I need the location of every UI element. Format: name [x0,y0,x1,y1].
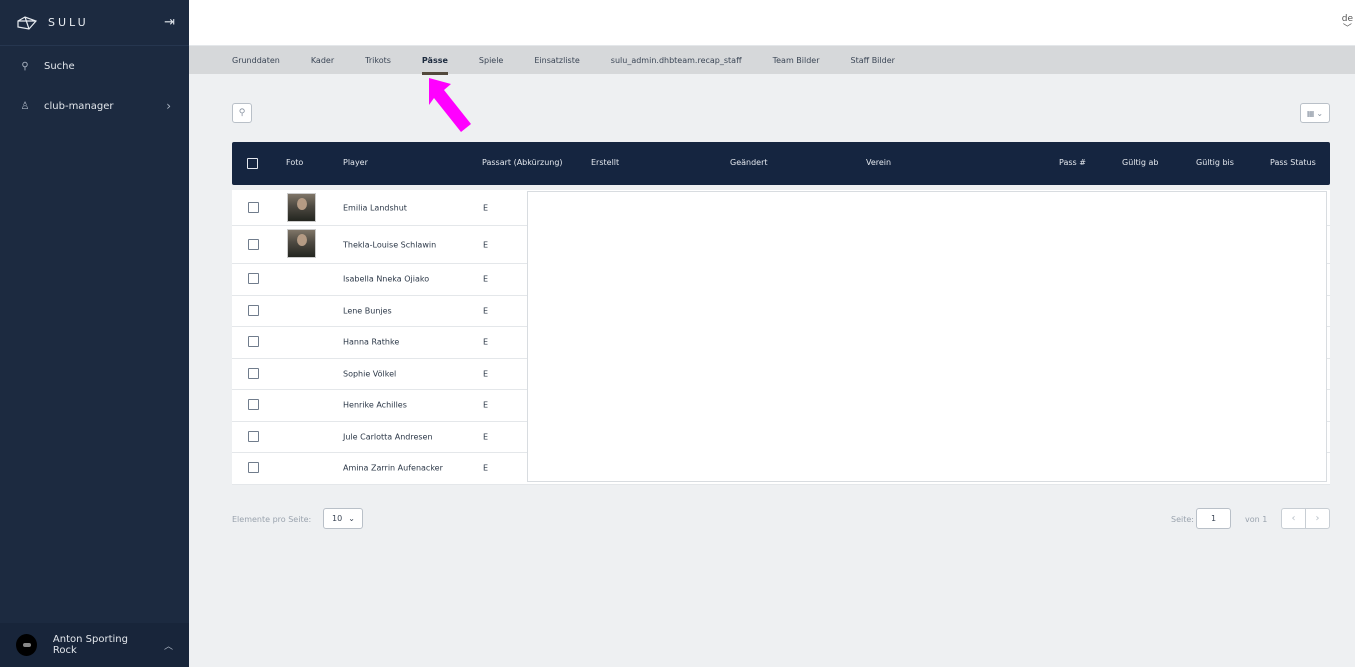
tab-kader[interactable]: Kader [311,56,334,65]
column-header-player[interactable]: Player [343,158,368,167]
chevron-right-icon: › [166,99,171,113]
column-header-pass-nr[interactable]: Pass # [1059,158,1086,167]
per-page-value: 10 [332,514,343,523]
row-checkbox[interactable] [248,367,259,379]
tab-team-bilder[interactable]: Team Bilder [773,56,820,65]
sidebar-item-club-manager[interactable]: ♙ club-manager › [0,86,189,126]
passart-value: E [483,432,489,442]
column-header-erstellt[interactable]: Erstellt [591,158,619,167]
tab-spiele[interactable]: Spiele [479,56,503,65]
sidebar-item-label: club-manager [44,100,114,112]
row-checkbox[interactable] [248,201,259,213]
column-header-gueltig-bis[interactable]: Gültig bis [1196,158,1234,167]
column-header-passart[interactable]: Passart (Abkürzung) [482,158,563,167]
player-name: Emilia Landshut [343,203,407,212]
collapse-sidebar-icon[interactable]: ⇥ [164,15,175,30]
row-checkbox[interactable] [248,430,259,442]
player-name: Henrike Achilles [343,400,407,410]
select-all-checkbox[interactable] [247,158,258,169]
tab-staff-bilder[interactable]: Staff Bilder [851,56,895,65]
pager: ‹ › [1281,508,1330,529]
language-switcher[interactable]: de ﹀ [1342,14,1353,34]
avatar [16,634,37,656]
sidebar-header: SULU ⇥ [0,0,189,46]
column-header-pass-status[interactable]: Pass Status [1270,158,1316,167]
column-header-verein[interactable]: Verein [866,158,891,167]
row-checkbox[interactable] [248,238,259,250]
passart-value: E [483,240,489,249]
player-name: Isabella Nneka Ojiako [343,274,430,284]
tab-bar: Grunddaten Kader Trikots Pässe Spiele Ei… [189,46,1355,75]
tab-trikots[interactable]: Trikots [365,56,391,65]
player-name: Lene Bunjes [343,306,392,316]
passart-value: E [483,400,489,410]
chevron-down-icon: ⌄ [348,514,355,523]
blank-overlay-panel [527,191,1327,482]
sulu-logo[interactable]: SULU [16,15,89,31]
logo-text: SULU [48,16,89,29]
row-checkbox[interactable] [248,273,259,285]
page-label: Seite: [1171,515,1194,524]
user-menu[interactable]: Anton Sporting Rock ︿ [0,623,189,667]
page-count-label: von 1 [1245,515,1268,524]
page-input[interactable]: 1 [1196,508,1231,529]
player-name: Jule Carlotta Andresen [343,432,433,442]
user-name: Anton Sporting Rock [52,634,128,656]
tab-einsatzliste[interactable]: Einsatzliste [534,56,579,65]
sidebar-item-search[interactable]: ⚲ Suche [0,46,189,86]
search-icon: ⚲ [21,60,29,72]
sulu-logo-icon [17,15,38,30]
per-page-label: Elemente pro Seite: [232,515,312,524]
row-checkbox[interactable] [248,336,259,348]
passart-value: E [483,463,489,473]
previous-page-button[interactable]: ‹ [1282,509,1306,528]
table-view-icon: ▦ [1306,108,1315,118]
player-name: Thekla-Louise Schlawin [343,240,437,249]
annotation-arrow [429,78,471,132]
search-icon: ⚲ [238,108,246,118]
sidebar: SULU ⇥ ⚲ Suche ♙ club-manager › Anton Sp… [0,0,189,667]
chevron-down-icon: ﹀ [1342,24,1352,34]
chevron-down-icon: ⌄ [1316,108,1324,118]
tab-grunddaten[interactable]: Grunddaten [232,56,280,65]
passart-value: E [483,369,489,379]
player-name: Hanna Rathke [343,337,400,347]
row-checkbox[interactable] [248,399,259,411]
next-page-button[interactable]: › [1306,509,1329,528]
column-header-gueltig-ab[interactable]: Gültig ab [1122,158,1158,167]
column-options-button[interactable]: ▦ ⌄ [1300,103,1330,123]
row-checkbox[interactable] [248,304,259,316]
passart-value: E [483,274,489,284]
search-button[interactable]: ⚲ [232,103,252,123]
language-label: de [1341,14,1353,24]
player-name: Amina Zarrin Aufenacker [343,463,443,473]
chevron-up-icon: ︿ [163,641,173,652]
row-checkbox[interactable] [248,462,259,474]
column-header-foto[interactable]: Foto [286,158,303,167]
player-photo [287,193,316,222]
column-header-geaendert[interactable]: Geändert [730,158,768,167]
person-icon: ♙ [20,100,30,112]
tab-paesse[interactable]: Pässe [421,56,448,75]
sidebar-item-label: Suche [44,60,75,72]
per-page-select[interactable]: 10 ⌄ [323,508,363,529]
passart-value: E [483,337,489,347]
passart-value: E [483,203,489,212]
table-header: Foto Player Passart (Abkürzung) Erstellt… [232,142,1330,185]
tab-recap-staff[interactable]: sulu_admin.dhbteam.recap_staff [611,56,742,65]
topbar: de ﹀ [189,0,1355,46]
passart-value: E [483,306,489,316]
player-photo [287,229,316,258]
player-name: Sophie Völkel [343,369,397,379]
